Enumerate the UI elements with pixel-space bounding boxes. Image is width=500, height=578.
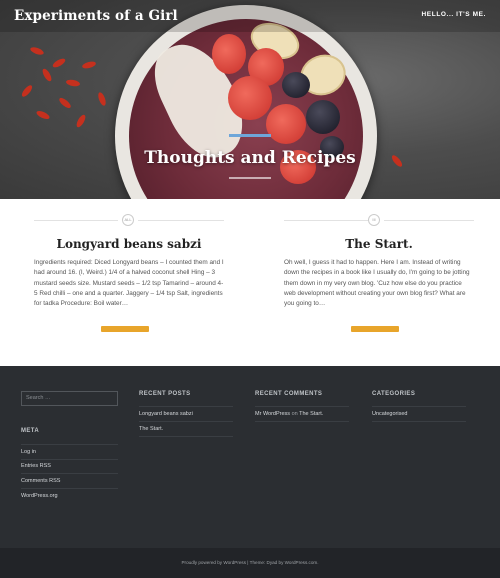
divider — [139, 436, 233, 437]
divider — [21, 444, 118, 445]
recent-comment-item: Mr WordPress on The Start. — [255, 411, 323, 417]
blackberry — [306, 100, 340, 134]
goji-berry — [96, 91, 108, 107]
recent-post-link[interactable]: Longyard beans sabzi — [139, 411, 193, 417]
post-divider — [138, 220, 224, 221]
divider — [255, 406, 349, 407]
goji-berry — [51, 56, 67, 70]
post-title[interactable]: Longyard beans sabzi — [34, 237, 224, 251]
goji-berry — [74, 113, 88, 129]
meta-link[interactable]: WordPress.org — [21, 493, 58, 499]
divider — [255, 421, 349, 422]
recent-comments-heading: RECENT COMMENTS — [255, 391, 323, 397]
divider — [372, 421, 466, 422]
strawberry — [266, 104, 306, 144]
meta-link[interactable]: Log in — [21, 449, 36, 455]
comment-post-link[interactable]: The Start. — [299, 411, 323, 417]
recent-post-link[interactable]: The Start. — [139, 426, 163, 432]
meta-link[interactable]: Entries RSS — [21, 463, 51, 469]
hero-title: Thoughts and Recipes — [144, 148, 356, 168]
comment-author-link[interactable]: Mr WordPress — [255, 411, 290, 417]
divider — [139, 421, 233, 422]
goji-berry — [20, 83, 34, 99]
nav-link-hello[interactable]: HELLO... IT'S ME. — [422, 11, 486, 18]
recent-posts-heading: RECENT POSTS — [139, 391, 191, 397]
post-format-icon: ALL — [122, 214, 134, 226]
read-more-button[interactable] — [101, 326, 149, 332]
hero-rule-top — [229, 134, 271, 137]
post-divider — [34, 220, 118, 221]
site-credit: Proudly powered by WordPress | Theme: Dy… — [0, 548, 500, 578]
goji-berry — [40, 67, 54, 83]
divider — [372, 406, 466, 407]
strawberry — [212, 34, 246, 74]
goji-berry — [57, 96, 73, 110]
site-title[interactable]: Experiments of a Girl — [14, 8, 178, 24]
search-input[interactable]: Search … — [21, 391, 118, 406]
goji-berry — [35, 109, 51, 121]
goji-berry — [65, 78, 81, 88]
post-title[interactable]: The Start. — [284, 237, 474, 251]
post-divider — [384, 220, 474, 221]
read-more-button[interactable] — [351, 326, 399, 332]
divider — [21, 459, 118, 460]
category-link[interactable]: Uncategorised — [372, 411, 407, 417]
categories-heading: CATEGORIES — [372, 391, 416, 397]
meta-heading: META — [21, 428, 40, 434]
strawberry — [228, 76, 272, 120]
hero-rule-bottom — [229, 177, 271, 179]
divider — [21, 473, 118, 474]
goji-berry — [29, 45, 45, 57]
hero-banner: Experiments of a Girl HELLO... IT'S ME. … — [0, 0, 500, 199]
goji-berry — [81, 60, 97, 70]
comment-on-label: on — [291, 411, 298, 417]
post-divider — [284, 220, 368, 221]
meta-link[interactable]: Comments RSS — [21, 478, 60, 484]
blueberry — [282, 72, 310, 98]
footer-widgets: Search … META Log in Entries RSS Comment… — [0, 366, 500, 548]
divider — [139, 406, 233, 407]
post-excerpt: Ingredients required: Diced Longyard bea… — [34, 259, 224, 308]
post-excerpt: Oh well, I guess it had to happen. Here … — [284, 259, 470, 308]
divider — [21, 488, 118, 489]
post-format-icon: III — [368, 214, 380, 226]
